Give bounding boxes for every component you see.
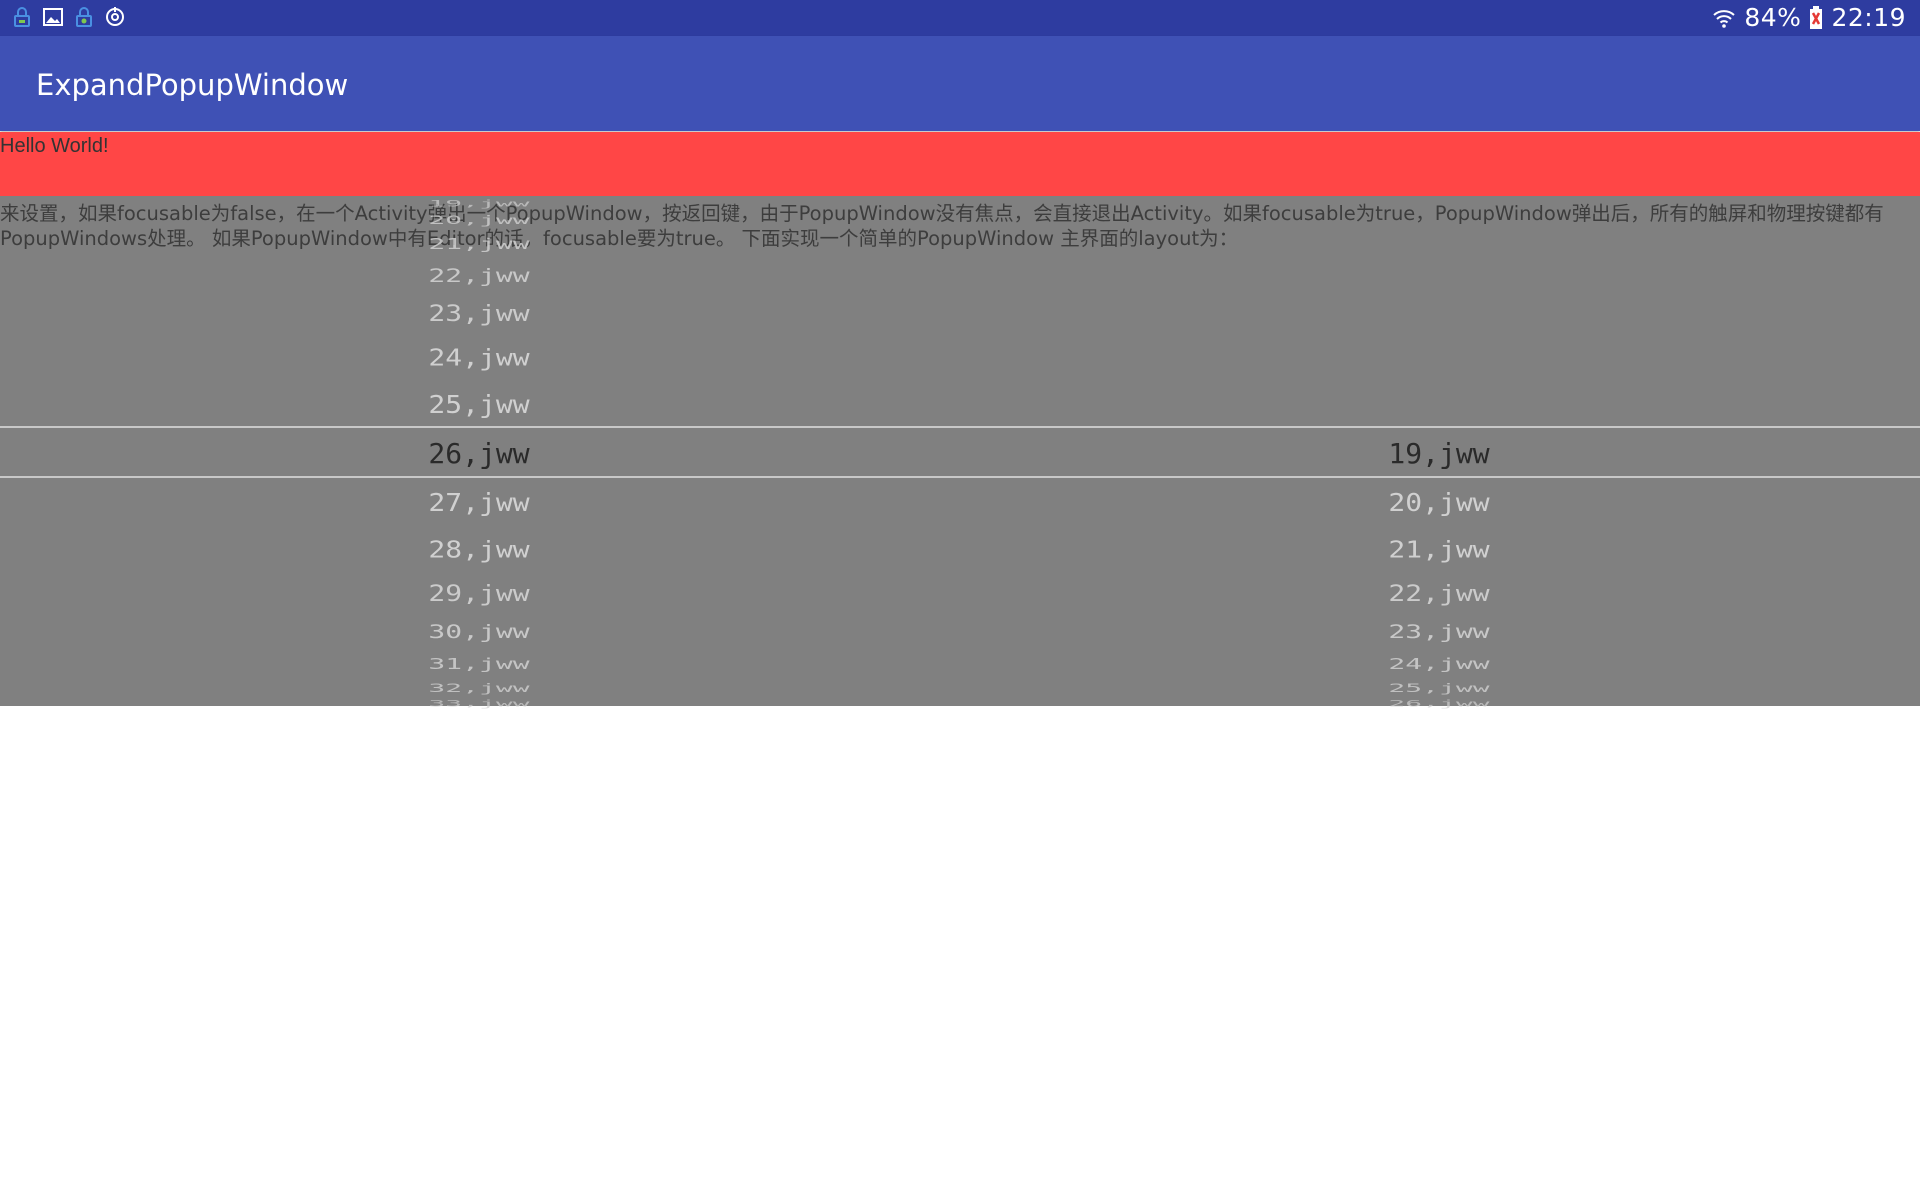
- picker-item[interactable]: 30,jww: [369, 622, 589, 641]
- picker-item[interactable]: 21,jww: [369, 236, 589, 251]
- system-status: 84% 22:19: [1712, 3, 1906, 32]
- sync-icon: [103, 5, 127, 29]
- hello-banner: Hello World!: [0, 132, 1920, 196]
- battery-alert-icon: [1809, 5, 1823, 30]
- picker-selection-bottom-line: [0, 476, 1920, 478]
- description-text: 来设置，如果focusable为false，在一个Activity弹出一个Pop…: [0, 202, 1884, 250]
- notification-icons: [10, 5, 127, 29]
- picker-item[interactable]: 25,jww: [1329, 682, 1549, 694]
- clock: 22:19: [1831, 3, 1906, 32]
- picker-wheel-right[interactable]: 19,jww 20,jww 21,jww 22,jww 23,jww 24,jww 25,j…: [1329, 196, 1549, 709]
- picker-item[interactable]: 21,jww: [1329, 538, 1549, 562]
- wifi-icon: [1712, 6, 1736, 30]
- picker-item[interactable]: 29,jww: [369, 583, 589, 605]
- hello-text: Hello World!: [0, 135, 109, 157]
- picker-item[interactable]: 32,jww: [369, 682, 589, 694]
- picker-item[interactable]: 26,jww: [1329, 700, 1549, 708]
- status-bar: 84% 22:19: [0, 0, 1920, 36]
- app-bar: ExpandPopupWindow: [0, 36, 1920, 131]
- picker-item[interactable]: 24,jww: [369, 346, 589, 370]
- picker-item-selected[interactable]: 19,jww: [1329, 440, 1549, 468]
- picker-item-selected[interactable]: 26,jww: [369, 440, 589, 468]
- picker-item[interactable]: 25,jww: [369, 392, 589, 418]
- battery-percent: 84%: [1744, 3, 1802, 32]
- picker-item[interactable]: 19,jww: [369, 200, 589, 208]
- vpn-lock-icon: [72, 5, 96, 29]
- picker-item[interactable]: 22,jww: [369, 266, 589, 285]
- picker-item[interactable]: 24,jww: [1329, 656, 1549, 671]
- picker-item[interactable]: 20,jww: [1329, 490, 1549, 516]
- picker-item[interactable]: 23,jww: [369, 303, 589, 325]
- popup-window-overlay[interactable]: 来设置，如果focusable为false，在一个Activity弹出一个Pop…: [0, 196, 1920, 709]
- picker-item[interactable]: 23,jww: [1329, 622, 1549, 641]
- app-title: ExpandPopupWindow: [36, 68, 349, 102]
- image-icon: [41, 5, 65, 29]
- picker-item[interactable]: 22,jww: [1329, 583, 1549, 605]
- picker-selection-top-line: [0, 426, 1920, 428]
- picker-item[interactable]: 33,jww: [369, 700, 589, 708]
- picker-item[interactable]: 28,jww: [369, 538, 589, 562]
- picker-item[interactable]: 20,jww: [369, 214, 589, 226]
- sim-lock-icon: [10, 5, 34, 29]
- picker-wheel-left[interactable]: 19,jww 20,jww 21,jww 22,jww 23,jww 24,jww 25,j…: [369, 196, 589, 708]
- picker-item[interactable]: 31,jww: [369, 656, 589, 671]
- picker-item[interactable]: 27,jww: [369, 490, 589, 516]
